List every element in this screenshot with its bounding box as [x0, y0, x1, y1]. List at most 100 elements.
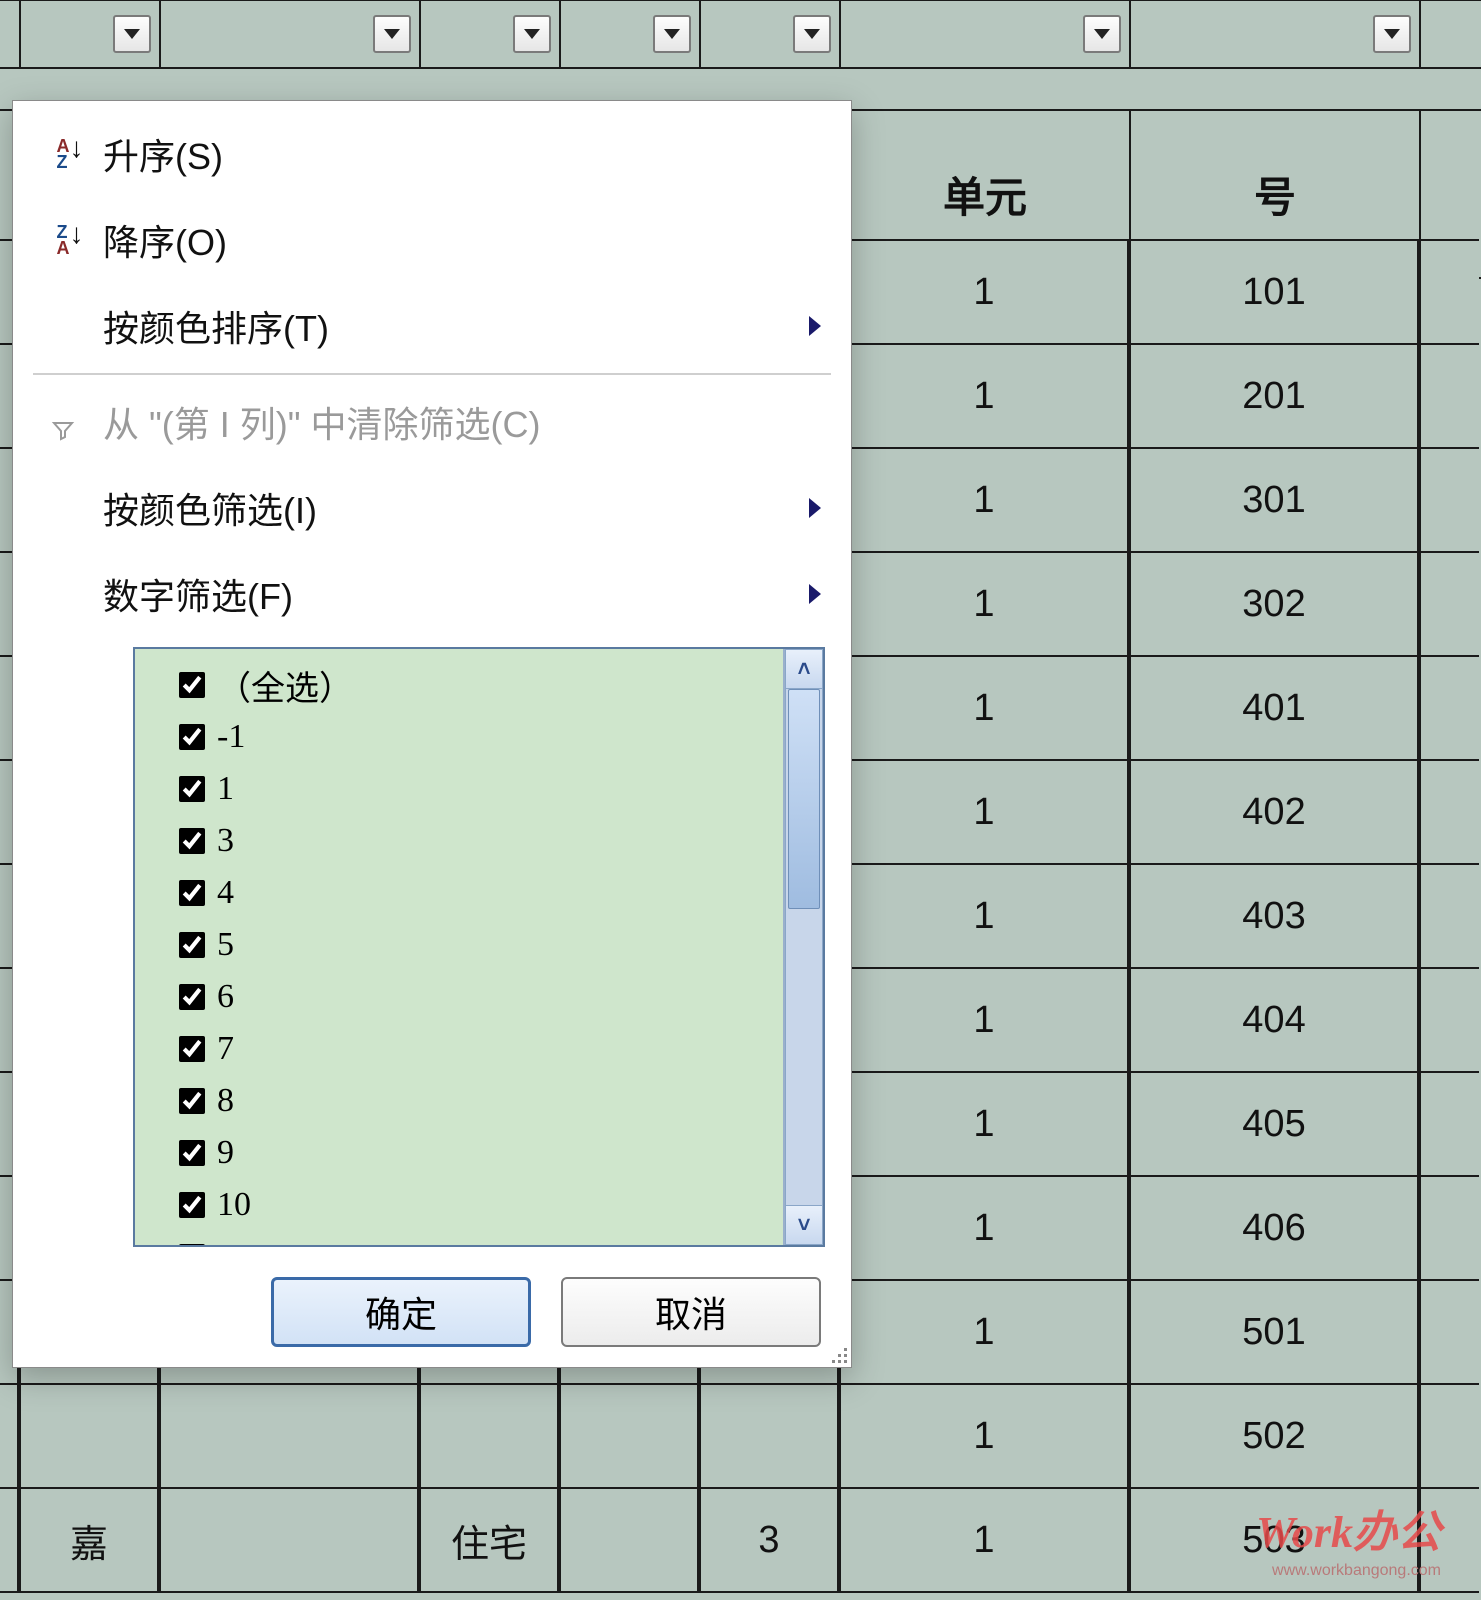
cell[interactable]: 1	[839, 239, 1129, 345]
cell[interactable]: 1	[839, 655, 1129, 761]
cell[interactable]: 101	[1129, 239, 1419, 345]
filter-value-item[interactable]: 5	[175, 919, 777, 971]
filter-value-checkbox[interactable]	[179, 1140, 205, 1166]
filter-value-checkbox[interactable]	[179, 672, 205, 698]
cell[interactable]: 3	[699, 1487, 839, 1593]
scroll-up-button[interactable]: ˄	[785, 649, 823, 689]
cell[interactable]	[1419, 655, 1479, 761]
cell[interactable]: 402	[1129, 759, 1419, 865]
cell[interactable]: 302	[1129, 551, 1419, 657]
cell[interactable]: 403	[1129, 863, 1419, 969]
number-filter[interactable]: 数字筛选(F)	[13, 551, 851, 637]
cell[interactable]: 201	[1129, 343, 1419, 449]
filter-value-item[interactable]: 8	[175, 1075, 777, 1127]
cell[interactable]: 嘉	[19, 1487, 159, 1593]
filter-button-col3[interactable]	[513, 15, 551, 53]
scroll-track[interactable]	[785, 689, 823, 1205]
ok-button[interactable]: 确定	[271, 1277, 531, 1347]
filter-value-item[interactable]: （全选）	[175, 659, 777, 711]
filter-button-col1[interactable]	[113, 15, 151, 53]
cell[interactable]: 1	[839, 551, 1129, 657]
clear-filter-label: 从 "(第 I 列)" 中清除筛选(C)	[103, 396, 833, 448]
filter-value-checkbox[interactable]	[179, 1192, 205, 1218]
filter-value-checkbox[interactable]	[179, 828, 205, 854]
cell[interactable]	[1419, 239, 1479, 345]
filter-value-checkbox[interactable]	[179, 1244, 205, 1245]
filter-button-col4[interactable]	[653, 15, 691, 53]
cell[interactable]	[699, 1383, 839, 1489]
cell[interactable]	[1419, 1279, 1479, 1385]
cell[interactable]: 1	[839, 967, 1129, 1073]
cell[interactable]	[1419, 343, 1479, 449]
filter-value-item[interactable]: 6	[175, 971, 777, 1023]
cell[interactable]: 1	[839, 1071, 1129, 1177]
cell[interactable]	[1419, 967, 1479, 1073]
filter-value-item[interactable]: 3	[175, 815, 777, 867]
cell[interactable]	[159, 1487, 419, 1593]
filter-value-label: （全选）	[217, 661, 353, 710]
sort-desc-label: 降序(O)	[103, 214, 833, 266]
scrollbar[interactable]: ˄ ˅	[783, 649, 823, 1245]
cancel-button[interactable]: 取消	[561, 1277, 821, 1347]
cell[interactable]: 1	[839, 1175, 1129, 1281]
cell[interactable]	[1419, 1071, 1479, 1177]
filter-value-item[interactable]: 11	[175, 1231, 777, 1245]
cell[interactable]	[1419, 447, 1479, 553]
filter-value-label: 4	[217, 874, 234, 912]
cell[interactable]: 住宅	[419, 1487, 559, 1593]
filter-value-checkbox[interactable]	[179, 1036, 205, 1062]
filter-value-item[interactable]: 10	[175, 1179, 777, 1231]
cell[interactable]: 1	[839, 447, 1129, 553]
filter-cell-5	[699, 0, 841, 69]
cell[interactable]: 1	[839, 759, 1129, 865]
cell[interactable]	[559, 1383, 699, 1489]
sort-descending[interactable]: ZA↓ 降序(O)	[13, 197, 851, 283]
cell[interactable]: 502	[1129, 1383, 1419, 1489]
cell[interactable]: 405	[1129, 1071, 1419, 1177]
filter-value-checkbox[interactable]	[179, 1088, 205, 1114]
filter-value-item[interactable]: -1	[175, 711, 777, 763]
cell[interactable]: 1	[839, 343, 1129, 449]
cell[interactable]	[159, 1383, 419, 1489]
cell[interactable]: 404	[1129, 967, 1419, 1073]
sort-ascending[interactable]: AZ↓ 升序(S)	[13, 111, 851, 197]
cell[interactable]	[419, 1383, 559, 1489]
filter-value-checkbox[interactable]	[179, 724, 205, 750]
filter-values-list[interactable]: （全选）-113 4 567891011	[135, 649, 783, 1245]
filter-button-col5[interactable]	[793, 15, 831, 53]
scroll-down-button[interactable]: ˅	[785, 1205, 823, 1245]
cell[interactable]	[559, 1487, 699, 1593]
cell[interactable]: 1	[839, 863, 1129, 969]
cell[interactable]: 301	[1129, 447, 1419, 553]
cell[interactable]: 406	[1129, 1175, 1419, 1281]
cell[interactable]: 1	[839, 1487, 1129, 1593]
cell[interactable]	[0, 1383, 19, 1489]
cell[interactable]: 401	[1129, 655, 1419, 761]
sort-by-color[interactable]: 按颜色排序(T)	[13, 283, 851, 369]
filter-value-item[interactable]: 7	[175, 1023, 777, 1075]
cell[interactable]	[19, 1383, 159, 1489]
cell[interactable]	[1419, 1175, 1479, 1281]
cell[interactable]	[1419, 1383, 1479, 1489]
filter-by-color[interactable]: 按颜色筛选(I)	[13, 465, 851, 551]
scroll-thumb[interactable]	[788, 689, 820, 909]
filter-value-checkbox[interactable]	[179, 984, 205, 1010]
filter-value-item[interactable]: 1	[175, 763, 777, 815]
cell[interactable]	[0, 1487, 19, 1593]
filter-value-checkbox[interactable]	[179, 880, 205, 906]
filter-value-item[interactable]: 9	[175, 1127, 777, 1179]
filter-button-col7[interactable]	[1373, 15, 1411, 53]
filter-value-item[interactable]: 4	[175, 867, 777, 919]
cell[interactable]: 1	[839, 1383, 1129, 1489]
resize-grip-icon[interactable]	[829, 1345, 847, 1363]
filter-value-checkbox[interactable]	[179, 776, 205, 802]
cell[interactable]	[1419, 551, 1479, 657]
dropdown-arrow-icon	[124, 29, 140, 39]
filter-button-col6[interactable]	[1083, 15, 1121, 53]
cell[interactable]	[1419, 759, 1479, 865]
cell[interactable]: 1	[839, 1279, 1129, 1385]
filter-button-col2[interactable]	[373, 15, 411, 53]
filter-value-checkbox[interactable]	[179, 932, 205, 958]
cell[interactable]: 501	[1129, 1279, 1419, 1385]
cell[interactable]	[1419, 863, 1479, 969]
